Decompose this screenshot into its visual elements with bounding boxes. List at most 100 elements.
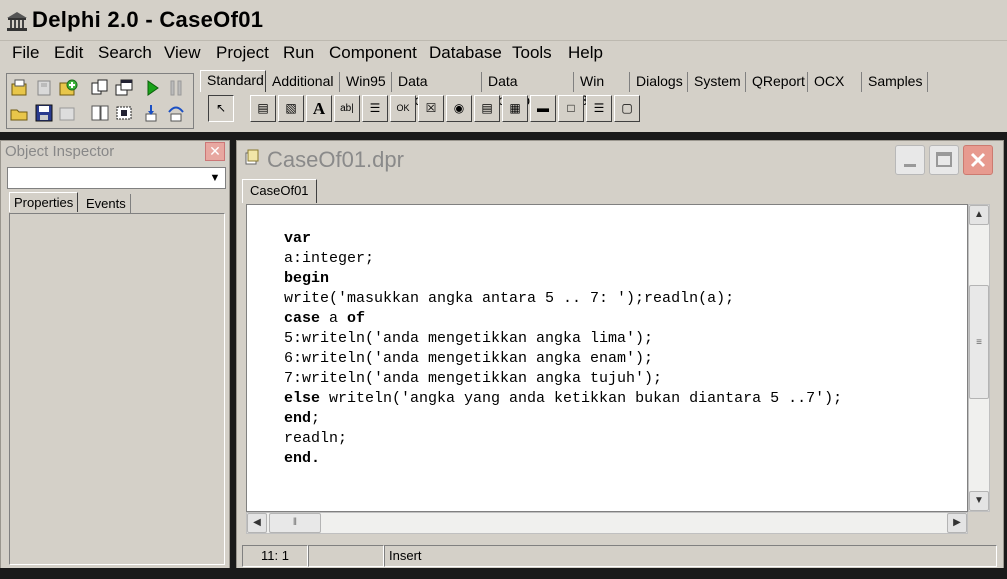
label-icon[interactable]: A [306,95,332,122]
object-inspector: Object Inspector ✕ ▼ Properties Events [0,140,230,570]
ide-main-window: Delphi 2.0 - CaseOf01 File Edit Search V… [0,0,1007,132]
code-line: readln; [284,429,842,449]
code-token: 7:writeln('anda mengetikkan angka tujuh'… [284,370,663,387]
menu-search[interactable]: Search [96,43,154,63]
remove-file-icon[interactable] [57,102,79,124]
combobox-icon[interactable]: ▦ [502,95,528,122]
pause-icon[interactable] [165,77,187,99]
menu-project[interactable]: Project [214,43,271,63]
code-token: 5:writeln('anda mengetikkan angka lima')… [284,330,654,347]
checkbox-icon[interactable]: ☒ [418,95,444,122]
panel-icon[interactable]: ▢ [614,95,640,122]
open-file-icon[interactable] [9,102,31,124]
code-token: ; [311,410,321,427]
tab-events[interactable]: Events [82,194,131,214]
tab-ocx[interactable]: OCX [808,72,862,92]
horizontal-scrollbar[interactable]: ◀ ‖ ▶ [246,512,968,534]
step-over-icon[interactable] [165,102,187,124]
maximize-button[interactable] [929,145,959,175]
chevron-down-icon[interactable]: ▼ [206,169,224,187]
menu-database[interactable]: Database [427,43,504,63]
object-selector[interactable]: ▼ [7,167,226,189]
tab-qreport[interactable]: QReport [746,72,808,92]
main-menu-icon[interactable]: ▤ [250,95,276,122]
code-token: write('masukkan angka antara 5 .. 7: ');… [284,290,735,307]
chevron-up-icon[interactable]: ▲ [969,205,989,225]
tab-win31[interactable]: Win 3.1 [574,72,630,108]
run-icon[interactable] [141,77,163,99]
scroll-thumb[interactable]: ≡ [969,285,989,399]
menu-file[interactable]: File [10,43,41,63]
taskbar [0,568,1007,579]
memo-icon[interactable]: ☰ [362,95,388,122]
tab-system[interactable]: System [688,72,746,92]
menu-view[interactable]: View [162,43,203,63]
scroll-thumb[interactable]: ‖ [269,513,321,533]
tab-caseof01[interactable]: CaseOf01 [242,179,317,203]
add-file-icon[interactable] [57,77,79,99]
tab-dialogs[interactable]: Dialogs [630,72,688,92]
component-palette: ↖ ▤ ▧ A ab| ☰ OK ☒ ◉ ▤ ▦ ▬ □ ☰ ▢ [202,92,1007,126]
code-token: writeln('angka yang anda ketikkan bukan … [320,390,843,407]
code-line: var [284,229,842,249]
menu-tools[interactable]: Tools [510,43,554,63]
window-title: Delphi 2.0 - CaseOf01 [32,7,264,32]
radio-button-icon[interactable]: ◉ [446,95,472,122]
close-icon [970,152,986,168]
edit-icon[interactable]: ab| [334,95,360,122]
menu-component[interactable]: Component [327,43,419,63]
tab-properties[interactable]: Properties [9,192,79,212]
code-lines: var a:integer; begin write('masukkan angka … [284,229,842,469]
chevron-left-icon[interactable]: ◀ [247,513,267,533]
groupbox-icon[interactable]: □ [558,95,584,122]
button-icon[interactable]: OK [390,95,416,122]
keyword-token: of [347,310,366,327]
open-project-icon[interactable] [9,77,31,99]
tab-data-controls[interactable]: Data Controls [482,72,574,108]
select-unit-icon[interactable] [89,77,111,99]
menu-edit[interactable]: Edit [52,43,85,63]
tab-win95[interactable]: Win95 [340,72,392,92]
close-button[interactable] [963,145,993,175]
code-text-area[interactable]: var a:integer; begin write('masukkan angka … [246,204,968,512]
maximize-icon [936,152,952,167]
tab-standard[interactable]: Standard [200,70,266,92]
menu-run[interactable]: Run [281,43,316,63]
menu-help[interactable]: Help [566,43,605,63]
code-line: 6:writeln('anda mengetikkan angka enam')… [284,349,842,369]
listbox-icon[interactable]: ▤ [474,95,500,122]
chevron-down-icon[interactable]: ▼ [969,491,989,511]
vertical-scrollbar[interactable]: ▲ ≡ ▼ [968,204,990,512]
radiogroup-icon[interactable]: ☰ [586,95,612,122]
trace-into-icon[interactable] [141,102,163,124]
select-form-icon[interactable] [113,77,135,99]
editor-title: CaseOf01.dpr [267,147,404,172]
code-line: case a of [284,309,842,329]
save-all-icon[interactable] [33,77,55,99]
toggle-form-unit-icon[interactable] [89,102,111,124]
modified-indicator [308,545,384,567]
keyword-token: else [284,390,321,407]
close-icon[interactable]: ✕ [205,142,225,161]
pointer-icon[interactable]: ↖ [208,95,234,122]
code-line: a:integer; [284,249,842,269]
menu-bar: File Edit Search View Project Run Compon… [0,41,1007,67]
cursor-position: 11: 1 [242,545,308,567]
popup-menu-icon[interactable]: ▧ [278,95,304,122]
code-line: end; [284,409,842,429]
save-icon[interactable] [33,102,55,124]
tab-samples[interactable]: Samples [862,72,928,92]
scrollbar-icon[interactable]: ▬ [530,95,556,122]
tab-data-access[interactable]: Data Access [392,72,482,108]
minimize-button[interactable] [895,145,925,175]
chevron-right-icon[interactable]: ▶ [947,513,967,533]
code-line: 7:writeln('anda mengetikkan angka tujuh'… [284,369,842,389]
code-line: write('masukkan angka antara 5 .. 7: ');… [284,289,842,309]
delphi-temple-icon [7,12,27,31]
tab-additional[interactable]: Additional [266,72,340,92]
keyword-token: var [284,230,312,247]
code-line: begin [284,269,842,289]
minimize-icon [904,164,916,167]
new-form-icon[interactable] [113,102,135,124]
title-bar[interactable]: Delphi 2.0 - CaseOf01 [0,0,1007,41]
